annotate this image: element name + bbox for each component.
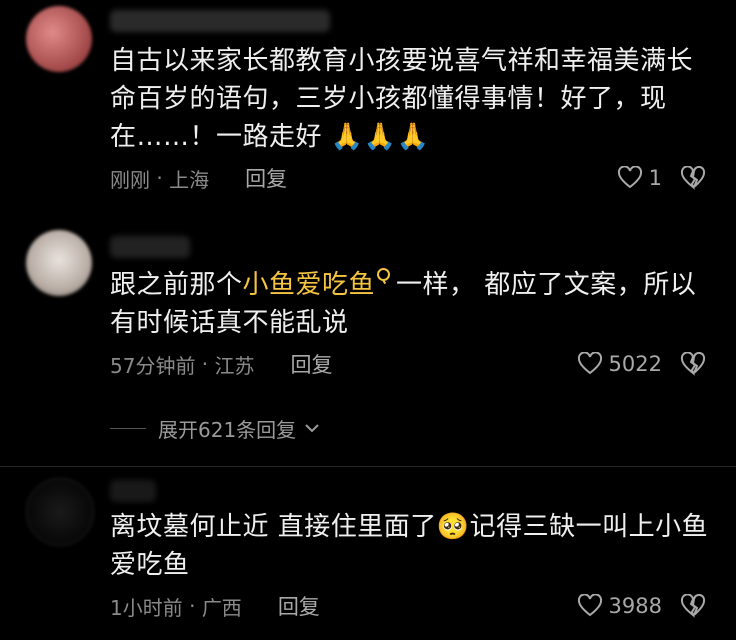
comment-meta: 57分钟前 · 江苏 回复	[110, 350, 333, 378]
username[interactable]	[110, 10, 330, 32]
broken-heart-icon[interactable]	[680, 166, 706, 190]
like-button[interactable]: 1	[617, 166, 662, 190]
heart-outline-icon	[577, 594, 602, 617]
like-count: 1	[648, 166, 662, 190]
reply-button[interactable]: 回复	[278, 591, 320, 621]
like-count: 5022	[608, 352, 662, 376]
avatar[interactable]	[26, 6, 92, 72]
chevron-down-icon	[305, 424, 319, 433]
search-icon[interactable]	[377, 268, 391, 281]
username[interactable]	[110, 236, 190, 258]
broken-heart-icon[interactable]	[680, 594, 706, 618]
comment-item: 跟之前那个小鱼爱吃鱼 一样， 都应了文案，所以有时候话真不能乱说 57分钟前 · …	[0, 222, 736, 392]
pleading-face-emoji: 🥺	[436, 512, 470, 542]
reply-button[interactable]: 回复	[291, 349, 333, 379]
like-button[interactable]: 5022	[577, 352, 662, 376]
like-button[interactable]: 3988	[577, 594, 662, 618]
comment-text: 离坟墓何止近 直接住里面了🥺记得三缺一叫上小鱼爱吃鱼	[110, 508, 710, 584]
comment-text-before: 跟之前那个	[110, 270, 243, 300]
comment-item: 自古以来家长都教育小孩要说喜气祥和幸福美满长命百岁的语句，三岁小孩都懂得事情！好…	[0, 0, 736, 200]
comment-meta: 刚刚 · 上海 回复	[110, 164, 287, 192]
comment-location: 广西	[201, 595, 242, 620]
comment-text: 跟之前那个小鱼爱吃鱼 一样， 都应了文案，所以有时候话真不能乱说	[110, 266, 710, 342]
comment-actions: 5022	[577, 350, 706, 378]
heart-outline-icon	[617, 166, 642, 189]
expand-replies-button[interactable]: 展开621条回复	[110, 410, 320, 446]
divider-line	[110, 427, 146, 429]
meta-dot: ·	[182, 594, 202, 618]
comment-location: 上海	[169, 167, 210, 192]
comment-time: 1小时前	[110, 595, 183, 620]
comment-text: 自古以来家长都教育小孩要说喜气祥和幸福美满长命百岁的语句，三岁小孩都懂得事情！好…	[110, 42, 710, 156]
comment-actions: 3988	[577, 592, 706, 620]
avatar[interactable]	[26, 478, 94, 546]
expand-replies-label: 展开621条回复	[158, 417, 297, 442]
comment-item: 离坟墓何止近 直接住里面了🥺记得三缺一叫上小鱼爱吃鱼 1小时前 · 广西 回复 …	[0, 474, 736, 640]
search-keyword-link[interactable]: 小鱼爱吃鱼	[243, 270, 376, 300]
reply-button[interactable]: 回复	[245, 163, 287, 193]
comment-meta: 1小时前 · 广西 回复	[110, 592, 320, 620]
comment-time: 57分钟前	[110, 353, 196, 378]
comment-time: 刚刚	[110, 167, 150, 192]
like-count: 3988	[608, 594, 662, 618]
comment-text-before: 离坟墓何止近 直接住里面了	[110, 512, 437, 542]
section-divider	[0, 466, 736, 467]
avatar[interactable]	[26, 230, 92, 296]
heart-outline-icon	[577, 352, 602, 375]
comment-location: 江苏	[214, 353, 255, 378]
comment-actions: 1	[617, 164, 706, 192]
meta-dot: ·	[150, 166, 170, 190]
meta-dot: ·	[195, 352, 215, 376]
broken-heart-icon[interactable]	[680, 352, 706, 376]
username[interactable]	[110, 480, 156, 502]
praying-hands-emoji: 🙏🙏🙏	[330, 122, 430, 152]
